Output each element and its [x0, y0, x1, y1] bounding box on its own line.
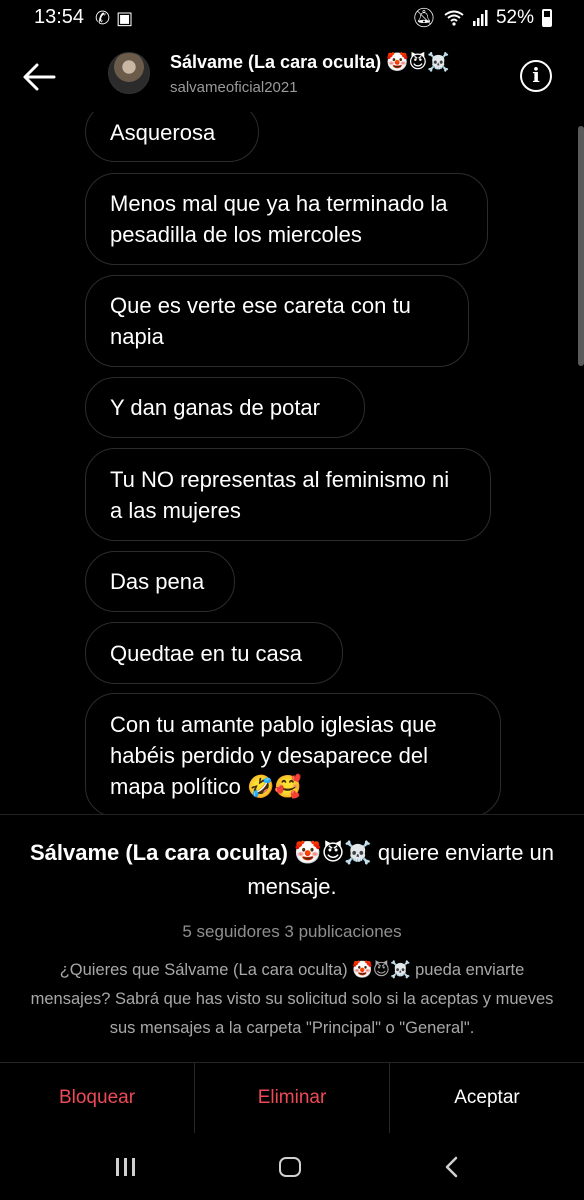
- status-right: 🔕︎ 52%: [412, 6, 552, 30]
- request-actions: Bloquear Eliminar Aceptar: [0, 1063, 584, 1133]
- battery-percent: 52%: [495, 7, 534, 28]
- contact-username[interactable]: salvameoficial2021: [170, 79, 298, 96]
- divider: [0, 814, 584, 815]
- message-bubble[interactable]: Menos mal que ya ha terminado la pesadil…: [85, 173, 488, 265]
- signal-icon: [472, 10, 488, 26]
- system-nav-bar: [0, 1133, 584, 1200]
- wifi-icon: [444, 10, 464, 26]
- message-bubble[interactable]: Que es verte ese careta con tu napia: [85, 275, 469, 367]
- delete-button[interactable]: Eliminar: [194, 1063, 389, 1133]
- message-list[interactable]: Asquerosa Menos mal que ya ha terminado …: [0, 112, 584, 814]
- request-title: Sálvame (La cara oculta) 🤡😈☠️ quiere env…: [10, 836, 574, 904]
- message-bubble[interactable]: Con tu amante pablo iglesias que habéis …: [85, 693, 501, 814]
- status-bar: 13:54 ✆▣ 🔕︎ 52%: [0, 0, 584, 38]
- battery-icon: [542, 9, 552, 27]
- home-icon[interactable]: [279, 1157, 301, 1177]
- avatar[interactable]: [108, 52, 150, 94]
- message-bubble[interactable]: Das pena: [85, 551, 235, 612]
- recents-icon[interactable]: [116, 1158, 138, 1176]
- message-bubble[interactable]: Asquerosa: [85, 112, 259, 162]
- request-stats: 5 seguidores 3 publicaciones: [182, 922, 402, 941]
- message-bubble[interactable]: Y dan ganas de potar: [85, 377, 365, 438]
- whatsapp-icon: ✆: [95, 8, 117, 28]
- message-bubble[interactable]: Quedtae en tu casa: [85, 622, 343, 684]
- block-button[interactable]: Bloquear: [0, 1063, 194, 1133]
- back-arrow-icon[interactable]: [20, 58, 58, 96]
- accept-button[interactable]: Aceptar: [389, 1063, 584, 1133]
- message-bubble[interactable]: Tu NO representas al feminismo ni a las …: [85, 448, 491, 541]
- scrollbar[interactable]: [578, 126, 584, 366]
- back-icon[interactable]: [440, 1155, 464, 1179]
- status-time: 13:54: [34, 6, 85, 28]
- contact-name[interactable]: Sálvame (La cara oculta) 🤡😈☠️: [170, 52, 450, 73]
- info-icon[interactable]: i: [520, 60, 552, 92]
- chat-header: Sálvame (La cara oculta) 🤡😈☠️ salvameofi…: [0, 38, 584, 116]
- image-icon: ▣: [116, 8, 140, 28]
- notification-icons: ✆▣: [95, 8, 139, 29]
- request-sender: Sálvame (La cara oculta) 🤡😈☠️: [29, 840, 372, 865]
- mute-icon: 🔕︎: [411, 8, 436, 29]
- request-description: ¿Quieres que Sálvame (La cara oculta) 🤡😈…: [30, 961, 554, 1037]
